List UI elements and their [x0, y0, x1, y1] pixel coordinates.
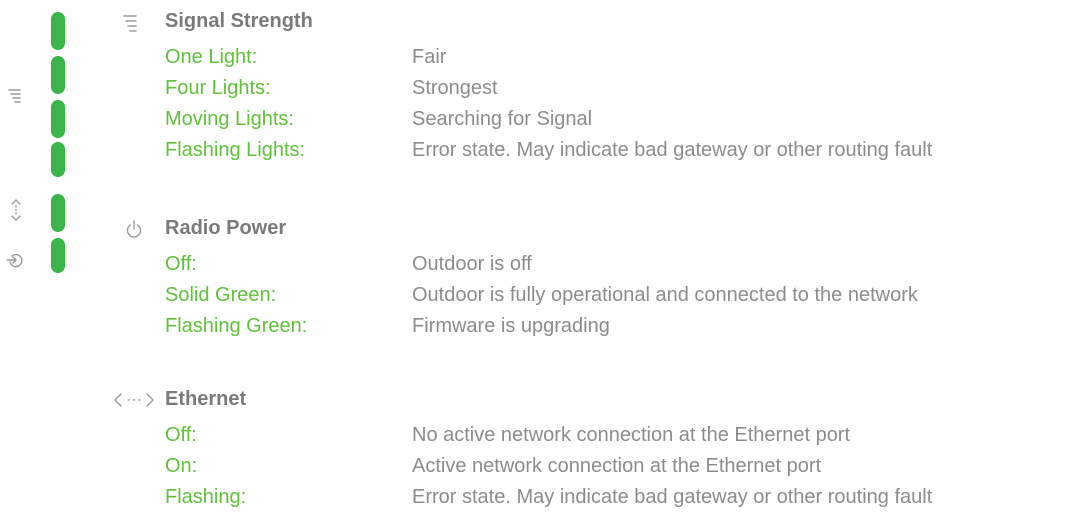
- signal-row-desc: Strongest: [412, 77, 498, 99]
- radio-row-term: Flashing Green:: [165, 315, 308, 337]
- signal-led-3: [51, 100, 65, 138]
- signal-strength-icon: [123, 15, 137, 32]
- ethernet-icon: [114, 393, 154, 407]
- radio-row-desc: Outdoor is fully operational and connect…: [412, 284, 918, 306]
- signal-led-2: [51, 56, 65, 94]
- signal-row-term: One Light:: [165, 46, 258, 68]
- data-transfer-icon: [11, 199, 21, 221]
- signal-row-desc: Fair: [412, 46, 447, 68]
- radio-led: [51, 238, 65, 273]
- ethernet-row-term: Flashing:: [165, 486, 247, 508]
- radio-power-icon: [6, 253, 23, 268]
- ethernet-row-term: On:: [165, 455, 198, 477]
- radio-power-heading: Radio Power: [165, 217, 287, 239]
- ethernet-row-term: Off:: [165, 424, 197, 446]
- signal-row-term: Four Lights:: [165, 77, 271, 99]
- radio-row-desc: Firmware is upgrading: [412, 315, 610, 337]
- signal-row-term: Flashing Lights:: [165, 139, 306, 161]
- signal-row-term: Moving Lights:: [165, 108, 294, 130]
- power-icon: [126, 220, 142, 238]
- ethernet-row-desc: No active network connection at the Ethe…: [412, 424, 851, 446]
- signal-row-desc: Error state. May indicate bad gateway or…: [412, 139, 933, 161]
- signal-row-desc: Searching for Signal: [412, 108, 593, 130]
- radio-row-term: Off:: [165, 253, 197, 275]
- ethernet-heading: Ethernet: [165, 388, 247, 410]
- signal-led-4: [51, 142, 65, 177]
- signal-bars-icon: [8, 89, 21, 103]
- ethernet-row-desc: Error state. May indicate bad gateway or…: [412, 486, 933, 508]
- radio-row-term: Solid Green:: [165, 284, 277, 306]
- signal-led-1: [51, 12, 65, 50]
- ethernet-row-desc: Active network connection at the Etherne…: [412, 455, 822, 477]
- transfer-led: [51, 194, 65, 232]
- signal-strength-heading: Signal Strength: [165, 10, 313, 32]
- radio-row-desc: Outdoor is off: [412, 253, 532, 275]
